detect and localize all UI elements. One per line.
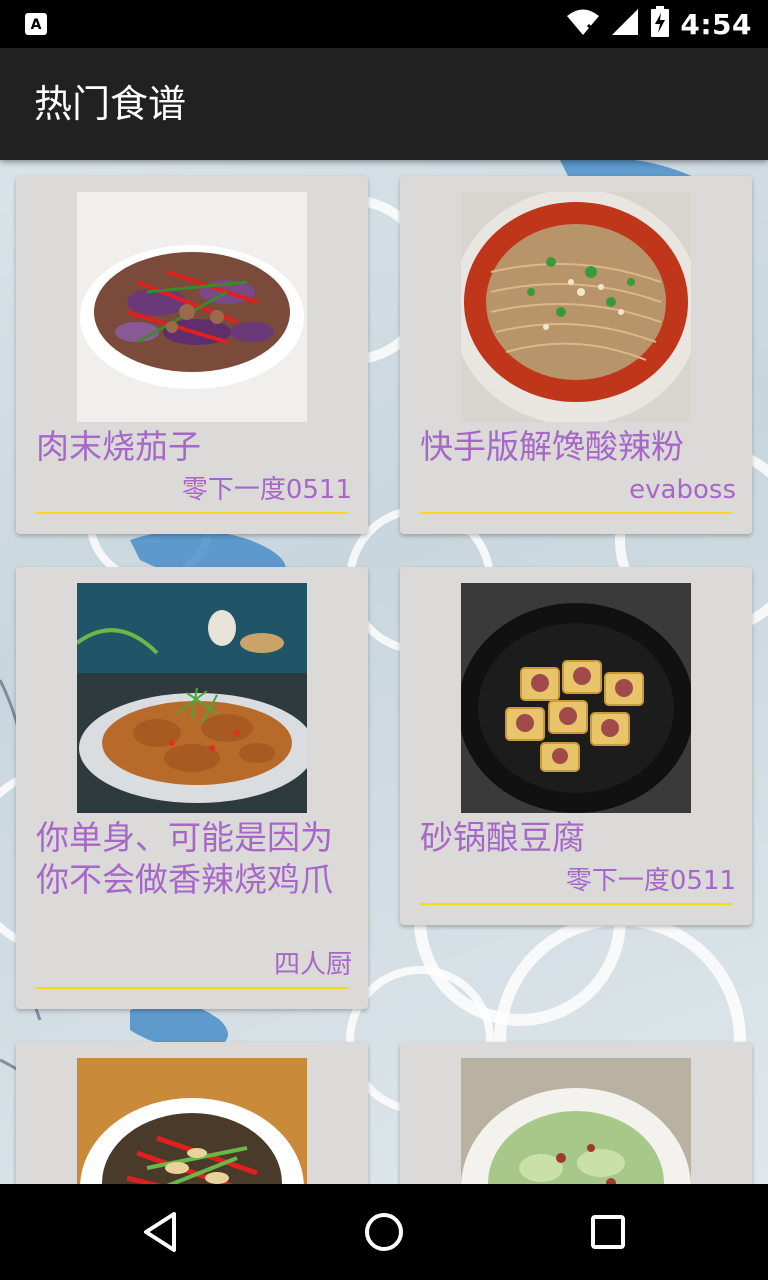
cell-signal-icon (610, 7, 640, 41)
recipe-card[interactable] (16, 1042, 368, 1184)
recipe-author: 四人厨 (273, 950, 352, 980)
recipe-author: evaboss (629, 475, 736, 505)
status-time: 4:54 (680, 7, 752, 41)
recipe-title: 快手版解馋酸辣粉 (420, 427, 684, 466)
status-bar: A 4:54 (0, 0, 768, 48)
recipe-card[interactable]: 你单身、可能是因为你不会做香辣烧鸡爪 四人厨 (16, 567, 368, 1009)
recipe-grid[interactable]: 肉末烧茄子 零下一度0511 快手版解馋酸辣粉 evaboss 你单身、可能是因… (0, 160, 768, 1184)
home-icon[interactable] (356, 1204, 412, 1260)
app-toolbar: 热门食谱 (0, 48, 768, 160)
battery-charging-icon (650, 6, 670, 42)
recipe-author: 零下一度0511 (181, 475, 352, 505)
divider-line (36, 987, 348, 989)
recipe-card[interactable]: 快手版解馋酸辣粉 evaboss (400, 176, 752, 534)
screen: A 4:54 热门食谱 肉末烧茄子 零下一度0511 快手版解馋酸辣粉 evab… (0, 0, 768, 1280)
wifi-icon (566, 7, 600, 41)
recipe-title: 肉末烧茄子 (36, 427, 201, 466)
recipe-title: 你单身、可能是因为你不会做香辣烧鸡爪 (36, 818, 333, 899)
braised-eggplant-photo (77, 192, 307, 422)
spicy-chicken-feet-photo (77, 583, 307, 813)
divider-line (36, 512, 348, 514)
back-icon[interactable] (132, 1204, 188, 1260)
stir-fry-mushroom-photo (77, 1058, 307, 1184)
hot-sour-noodles-photo (461, 192, 691, 422)
cabbage-stir-fry-photo (461, 1058, 691, 1184)
svg-text:A: A (31, 17, 42, 33)
page-title: 热门食谱 (34, 82, 187, 126)
navigation-bar (0, 1184, 768, 1280)
recipe-card[interactable] (400, 1042, 752, 1184)
recipe-card[interactable]: 肉末烧茄子 零下一度0511 (16, 176, 368, 534)
notification-a-icon: A (24, 12, 48, 40)
divider-line (420, 903, 732, 905)
recents-icon[interactable] (580, 1204, 636, 1260)
recipe-author: 零下一度0511 (565, 866, 736, 896)
recipe-title: 砂锅酿豆腐 (420, 818, 585, 857)
divider-line (420, 512, 732, 514)
recipe-card[interactable]: 砂锅酿豆腐 零下一度0511 (400, 567, 752, 925)
stuffed-tofu-claypot-photo (461, 583, 691, 813)
